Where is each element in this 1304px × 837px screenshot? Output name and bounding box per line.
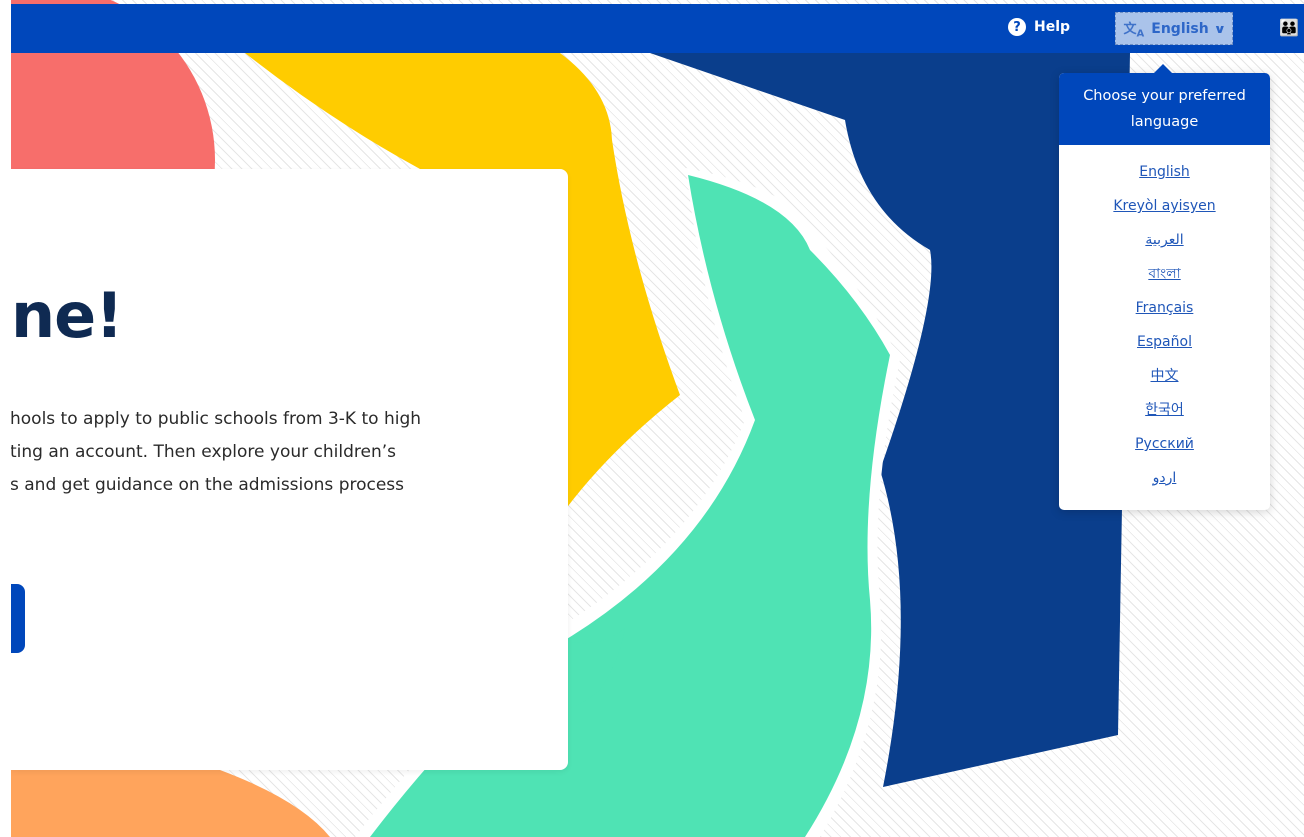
welcome-card: ne! hools to apply to public schools fro…: [0, 169, 568, 770]
orange-shape: [0, 770, 330, 837]
list-item: English: [1059, 160, 1270, 194]
list-item: اردو: [1059, 466, 1270, 500]
description-line: ting an account. Then explore your child…: [10, 442, 396, 462]
list-item: বাংলা: [1059, 262, 1270, 296]
chevron-down-icon: ∨: [1213, 21, 1226, 36]
language-option-korean[interactable]: 한국어: [1145, 402, 1184, 418]
language-option-arabic[interactable]: العربية: [1145, 232, 1183, 248]
language-selector-label: English: [1151, 20, 1209, 37]
language-option-french[interactable]: Français: [1136, 300, 1194, 316]
help-label: Help: [1034, 19, 1071, 35]
login-link[interactable]: 👪 L: [1279, 18, 1304, 37]
welcome-description: hools to apply to public schools from 3-…: [10, 403, 450, 502]
language-option-spanish[interactable]: Español: [1137, 334, 1192, 350]
language-option-english[interactable]: English: [1139, 164, 1190, 180]
language-option-chinese[interactable]: 中文: [1151, 368, 1179, 384]
help-link[interactable]: ? Help: [1008, 18, 1070, 36]
list-item: Français: [1059, 296, 1270, 330]
welcome-headline: ne!: [11, 279, 123, 352]
top-navigation-bar: ? Help 文A English ∨ 👪 L: [11, 4, 1304, 53]
list-item: Русский: [1059, 432, 1270, 466]
language-option-urdu[interactable]: اردو: [1153, 470, 1177, 486]
left-edge: [0, 0, 11, 837]
language-option-russian[interactable]: Русский: [1135, 436, 1194, 452]
list-item: 中文: [1059, 364, 1270, 398]
description-line: hools to apply to public schools from 3-…: [10, 409, 422, 429]
description-line: s and get guidance on the admissions pro…: [10, 475, 405, 495]
list-item: العربية: [1059, 228, 1270, 262]
people-icon: 👪: [1279, 18, 1299, 37]
language-menu-heading: Choose your preferred language: [1059, 73, 1270, 145]
list-item: 한국어: [1059, 398, 1270, 432]
language-selector-button[interactable]: 文A English ∨: [1115, 12, 1233, 45]
language-option-haitian-creole[interactable]: Kreyòl ayisyen: [1113, 198, 1215, 214]
question-circle-icon: ?: [1008, 18, 1026, 36]
language-options-list: English Kreyòl ayisyen العربية বাংলা Fra…: [1059, 145, 1270, 500]
translate-icon: 文A: [1123, 21, 1145, 40]
dropdown-pointer: [1154, 64, 1172, 73]
language-option-bengali[interactable]: বাংলা: [1148, 266, 1180, 282]
list-item: Kreyòl ayisyen: [1059, 194, 1270, 228]
language-dropdown-menu: Choose your preferred language English K…: [1059, 64, 1270, 510]
list-item: Español: [1059, 330, 1270, 364]
